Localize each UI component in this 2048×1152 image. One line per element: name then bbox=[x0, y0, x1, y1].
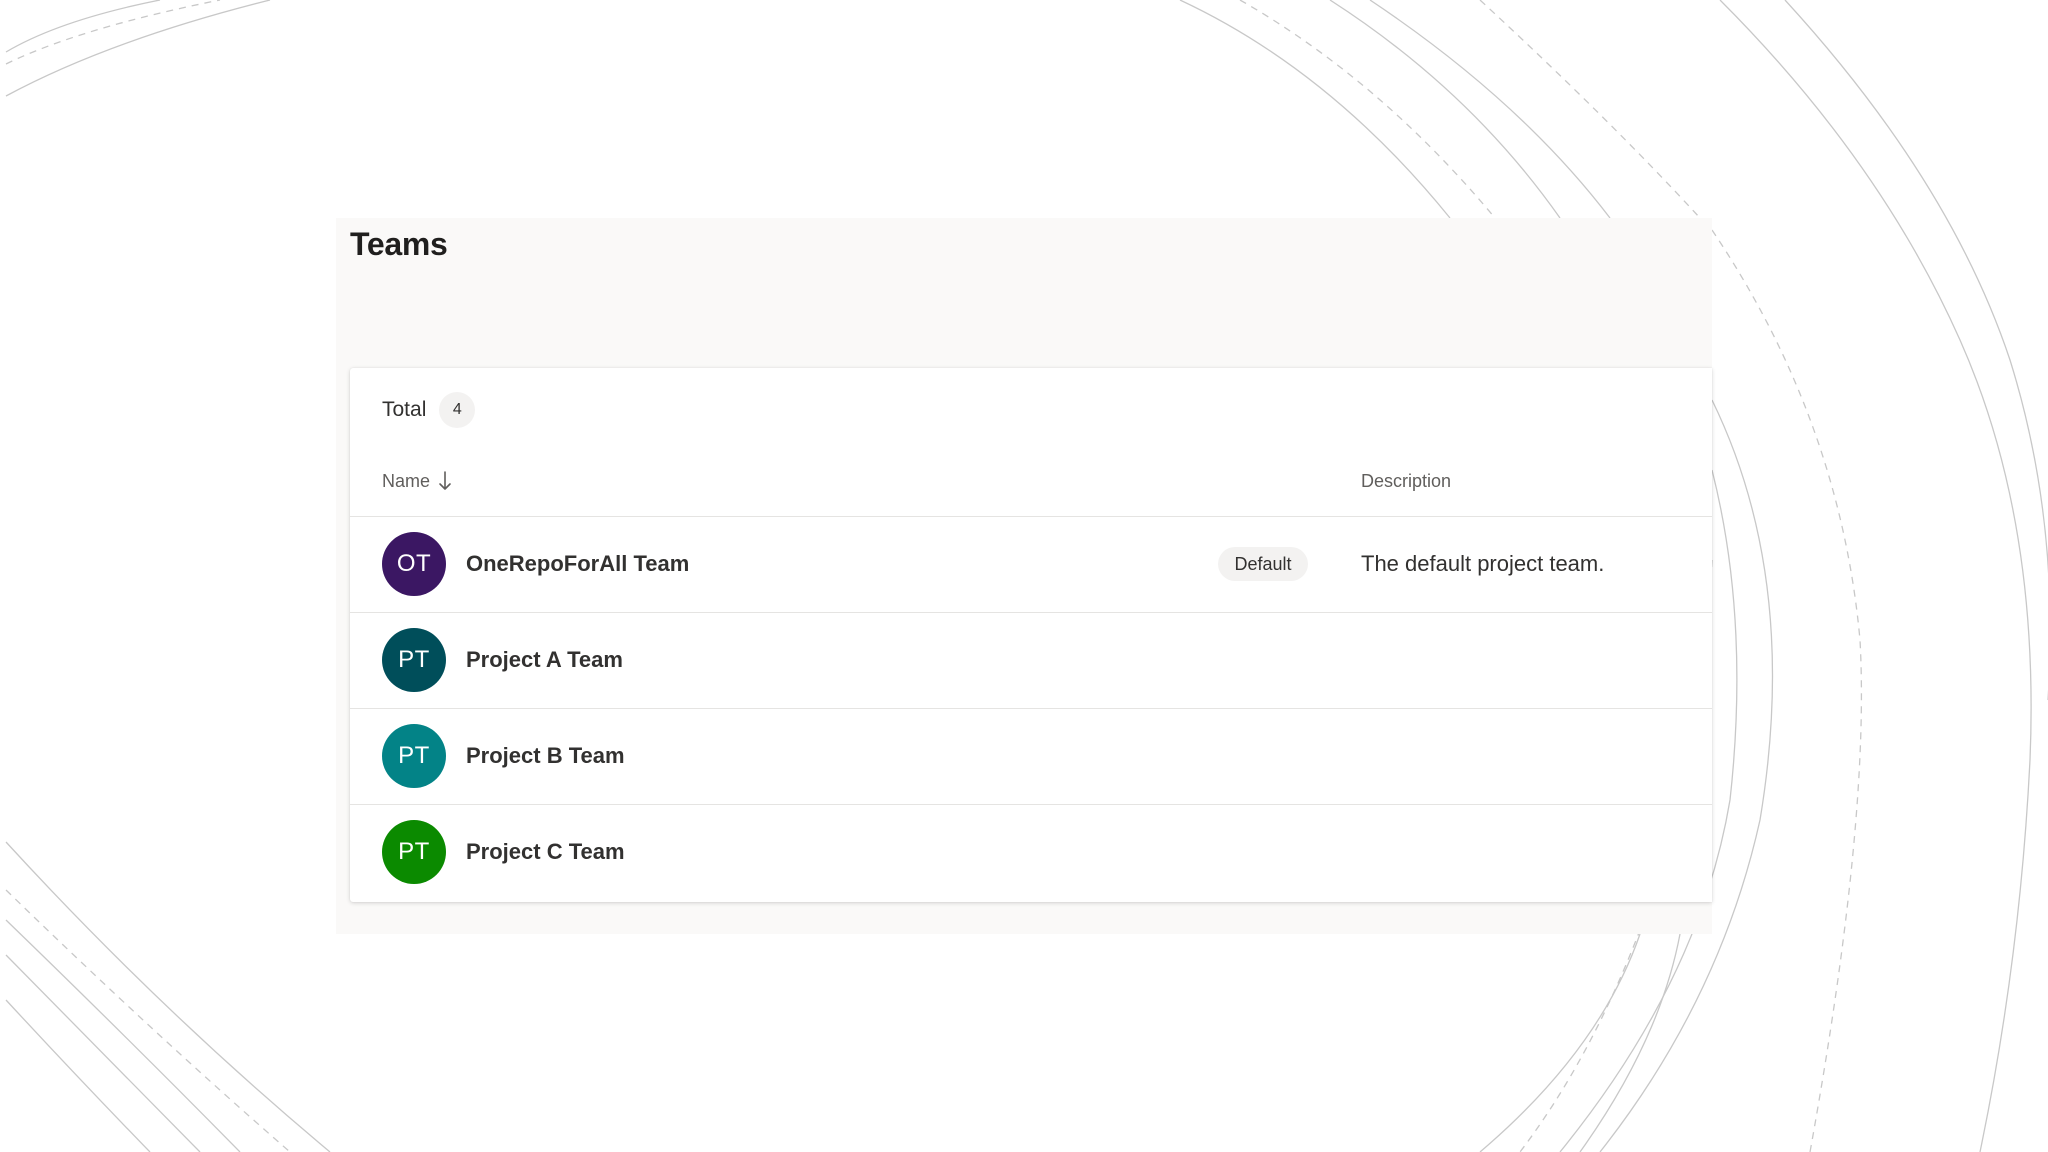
team-name[interactable]: Project C Team bbox=[466, 839, 625, 865]
avatar-initials: PT bbox=[398, 742, 430, 769]
teams-card: Total 4 Name Description OT OneRepoForAl… bbox=[350, 368, 1712, 902]
team-name[interactable]: Project A Team bbox=[466, 647, 623, 673]
avatar-initials: PT bbox=[398, 838, 430, 865]
team-row-project-b[interactable]: PT Project B Team bbox=[350, 708, 1712, 805]
total-label: Total bbox=[382, 398, 427, 421]
team-name[interactable]: OneRepoForAll Team bbox=[466, 551, 689, 577]
team-avatar: PT bbox=[382, 820, 446, 884]
teams-page: Teams Total 4 Name Description OT OneRep… bbox=[336, 218, 1712, 934]
default-badge: Default bbox=[1218, 547, 1308, 581]
column-header-description-label: Description bbox=[1361, 470, 1452, 491]
team-avatar: PT bbox=[382, 724, 446, 788]
team-row-onerepoforall[interactable]: OT OneRepoForAll Team Default The defaul… bbox=[350, 516, 1712, 613]
page-title: Teams bbox=[350, 226, 448, 262]
team-row-project-c[interactable]: PT Project C Team bbox=[350, 804, 1712, 901]
team-avatar: OT bbox=[382, 532, 446, 596]
column-header-name-label: Name bbox=[382, 470, 431, 491]
column-header-name[interactable]: Name bbox=[382, 466, 452, 496]
team-description: The default project team. bbox=[1361, 551, 1605, 576]
screen: Teams Total 4 Name Description OT OneRep… bbox=[0, 0, 2048, 1152]
team-name[interactable]: Project B Team bbox=[466, 743, 625, 769]
sort-descending-icon bbox=[439, 471, 451, 490]
total-count-badge: 4 bbox=[439, 392, 476, 428]
avatar-initials: PT bbox=[398, 646, 430, 673]
team-avatar: PT bbox=[382, 628, 446, 692]
column-header-description[interactable]: Description bbox=[1361, 466, 1451, 496]
avatar-initials: OT bbox=[396, 550, 432, 577]
team-row-project-a[interactable]: PT Project A Team bbox=[350, 612, 1712, 709]
total-summary: Total 4 bbox=[382, 392, 476, 428]
